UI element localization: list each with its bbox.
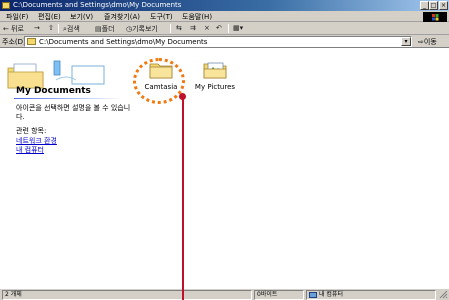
panel-description: 아이콘을 선택하면 설명을 볼 수 있습니다. — [16, 104, 131, 121]
toolbar-separator — [58, 24, 59, 33]
back-button[interactable]: ← 뒤로 — [3, 24, 24, 34]
maximize-button[interactable]: □ — [429, 1, 438, 10]
address-value[interactable]: C:\Documents and Settings\dmo\My Documen… — [39, 38, 207, 46]
link-my-computer[interactable]: 내 컴퓨터 — [16, 145, 44, 155]
explorer-window: C:\Documents and Settings\dmo\My Documen… — [0, 0, 449, 300]
folder-view[interactable]: My Documents 아이콘을 선택하면 설명을 볼 수 있습니다. 관련 … — [0, 48, 449, 288]
close-button[interactable]: × — [439, 1, 448, 10]
status-size: 0바이트 — [254, 290, 304, 300]
pictures-folder-icon — [203, 62, 227, 79]
panel-title: My Documents — [16, 86, 91, 96]
status-location: 내 컴퓨터 — [306, 290, 436, 300]
related-links-heading: 관련 항목: — [16, 127, 47, 135]
history-button[interactable]: ◷기록보기 — [126, 24, 158, 34]
resize-grip-icon[interactable] — [439, 290, 448, 299]
toolbar-separator — [228, 24, 229, 33]
menu-favorites[interactable]: 즐겨찾기(A) — [104, 12, 140, 22]
menu-tools[interactable]: 도구(T) — [150, 12, 173, 22]
menu-edit[interactable]: 편집(E) — [38, 12, 61, 22]
toolbar-separator — [170, 24, 171, 33]
my-computer-icon — [309, 291, 317, 298]
folder-icon — [27, 38, 36, 45]
address-label: 주소(D) — [2, 38, 26, 46]
folder-item-my-pictures[interactable]: My Pictures — [190, 60, 240, 91]
pointer-line — [182, 96, 184, 300]
panel-divider — [14, 98, 122, 99]
address-dropdown-button[interactable]: ▾ — [401, 37, 411, 46]
menu-bar: 파일(F) 편집(E) 보기(V) 즐겨찾기(A) 도구(T) 도움말(H) — [0, 11, 449, 22]
address-bar: 주소(D) C:\Documents and Settings\dmo\My D… — [0, 35, 449, 48]
minimize-button[interactable]: _ — [420, 1, 429, 10]
folders-icon: ▤ — [95, 25, 102, 33]
address-input[interactable]: C:\Documents and Settings\dmo\My Documen… — [24, 36, 412, 47]
views-button[interactable]: ▦▾ — [233, 24, 243, 32]
move-to-button[interactable]: ⇆ — [176, 24, 182, 32]
go-button[interactable]: ⇨이동 — [418, 37, 437, 47]
toolbar: ← 뒤로 → ⇧ ⌕검색 ▤폴더 ◷기록보기 ⇆ ⇉ × ↶ ▦▾ — [0, 22, 449, 35]
search-button[interactable]: ⌕검색 — [63, 24, 80, 34]
menu-help[interactable]: 도움말(H) — [182, 12, 212, 22]
folder-icon — [2, 2, 10, 9]
window-title: C:\Documents and Settings\dmo\My Documen… — [13, 1, 182, 9]
copy-to-button[interactable]: ⇉ — [190, 24, 196, 32]
up-button[interactable]: ⇧ — [48, 24, 54, 32]
highlight-circle — [133, 58, 185, 104]
menu-view[interactable]: 보기(V) — [70, 12, 93, 22]
folder-label: My Pictures — [194, 83, 236, 91]
folders-button[interactable]: ▤폴더 — [95, 24, 115, 34]
web-view-panel: My Documents 아이콘을 선택하면 설명을 볼 수 있습니다. 관련 … — [0, 48, 130, 288]
title-bar[interactable]: C:\Documents and Settings\dmo\My Documen… — [0, 0, 449, 11]
delete-button[interactable]: × — [204, 24, 210, 32]
menu-file[interactable]: 파일(F) — [6, 12, 28, 22]
status-bar: 2 개체 0바이트 내 컴퓨터 — [0, 288, 449, 300]
status-object-count: 2 개체 — [2, 290, 252, 300]
forward-button[interactable]: → — [34, 24, 40, 32]
undo-button[interactable]: ↶ — [216, 24, 222, 32]
windows-logo-icon — [423, 12, 447, 22]
